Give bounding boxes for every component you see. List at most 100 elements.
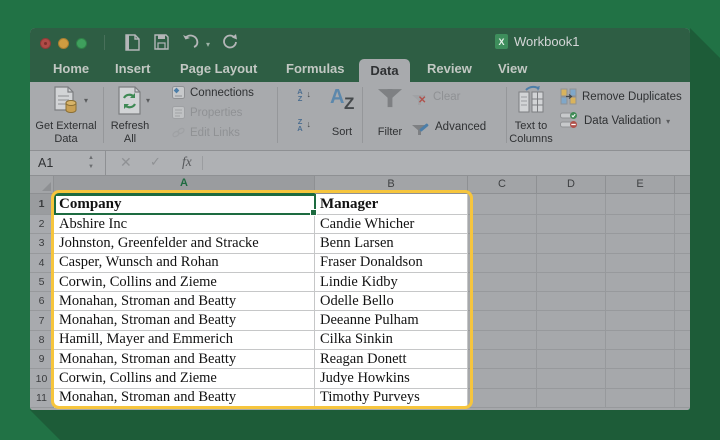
sort-icon[interactable]: AZ [330, 86, 360, 114]
column-header-c[interactable]: C [468, 176, 537, 194]
row-number[interactable]: 4 [30, 253, 54, 273]
cell-b4[interactable]: Fraser Donaldson [315, 253, 468, 273]
undo-icon[interactable] [182, 34, 200, 52]
redo-icon[interactable] [222, 34, 238, 52]
column-header-e[interactable]: E [606, 176, 675, 194]
row-number[interactable]: 6 [30, 292, 54, 312]
cell-b3[interactable]: Benn Larsen [315, 234, 468, 254]
cell-a7[interactable]: Monahan, Stroman and Beatty [54, 311, 315, 331]
data-validation-caret [666, 115, 670, 127]
get-external-data-icon[interactable] [54, 86, 80, 119]
name-box-stepper[interactable]: ▲ ▼ [88, 154, 94, 172]
undo-dropdown-caret[interactable]: ▾ [206, 40, 210, 49]
connections-button[interactable]: Connections [172, 86, 254, 99]
column-header-b[interactable]: B [315, 176, 468, 194]
row-number[interactable]: 9 [30, 350, 54, 370]
cell-a11[interactable]: Monahan, Stroman and Beatty [54, 388, 315, 408]
save-icon[interactable] [154, 34, 169, 52]
cell-a5[interactable]: Corwin, Collins and Zieme [54, 272, 315, 293]
cell-a4[interactable]: Casper, Wunsch and Rohan [54, 253, 315, 273]
ribbon-tab-bar: Home Insert Page Layout Formulas Data Re… [30, 57, 690, 82]
cell-b8[interactable]: Cilka Sinkin [315, 330, 468, 351]
row-number[interactable]: 11 [30, 388, 54, 408]
table-row: 9 Monahan, Stroman and Beatty Reagan Don… [30, 350, 690, 370]
titlebar: ▾ X Workbook1 [30, 28, 690, 57]
sort-label[interactable]: Sort [322, 126, 362, 139]
refresh-all-label[interactable]: Refresh All [104, 120, 156, 145]
insert-function-icon[interactable]: fx [182, 154, 192, 170]
select-all-corner[interactable] [30, 176, 54, 194]
row-number[interactable]: 1 [30, 194, 54, 215]
new-workbook-icon[interactable] [125, 34, 140, 52]
remove-duplicates-button[interactable]: Remove Duplicates [560, 88, 682, 105]
text-to-columns-label[interactable]: Text to Columns [504, 120, 558, 145]
row-number[interactable]: 8 [30, 330, 54, 351]
refresh-all-caret[interactable] [146, 94, 150, 106]
column-header-a[interactable]: A [54, 176, 315, 194]
cell-a1[interactable]: Company [54, 194, 315, 215]
row-number[interactable]: 5 [30, 272, 54, 293]
tab-data[interactable]: Data [359, 59, 410, 82]
sort-descending-icon[interactable]: Z A ↓ [290, 118, 311, 133]
table-row: 5 Corwin, Collins and Zieme Lindie Kidby [30, 272, 690, 293]
enter-icon[interactable]: ✓ [150, 154, 161, 170]
cell-b1[interactable]: Manager [315, 194, 468, 215]
sort-ascending-icon[interactable]: A Z ↓ [290, 88, 311, 103]
table-row: 6 Monahan, Stroman and Beatty Odelle Bel… [30, 292, 690, 312]
row-number[interactable]: 2 [30, 215, 54, 235]
tab-home[interactable]: Home [53, 61, 89, 76]
text-to-columns-icon[interactable] [518, 85, 544, 117]
clear-filter-button: ✕ Clear [410, 89, 460, 106]
table-row: 2 Abshire Inc Candie Whicher [30, 215, 690, 235]
cancel-icon[interactable]: ✕ [120, 154, 132, 171]
table-row: 1 Company Manager [30, 194, 690, 215]
tab-insert[interactable]: Insert [115, 61, 150, 76]
table-row: 7 Monahan, Stroman and Beatty Deeanne Pu… [30, 311, 690, 331]
document-title: X Workbook1 [495, 34, 580, 49]
edit-links-icon [172, 127, 185, 138]
row-number[interactable]: 3 [30, 234, 54, 254]
get-external-data-label[interactable]: Get External Data [34, 120, 98, 145]
formula-bar: A1 ▲ ▼ ✕ ✓ fx [30, 150, 690, 176]
tab-page-layout[interactable]: Page Layout [180, 61, 257, 76]
cell-a6[interactable]: Monahan, Stroman and Beatty [54, 292, 315, 312]
cell-b5[interactable]: Lindie Kidby [315, 272, 468, 293]
row-number[interactable]: 7 [30, 311, 54, 331]
get-external-data-caret[interactable] [84, 94, 88, 106]
tab-view[interactable]: View [498, 61, 527, 76]
properties-icon [172, 106, 185, 119]
filter-icon[interactable] [378, 89, 402, 108]
refresh-all-icon[interactable] [118, 86, 142, 119]
formula-input[interactable] [208, 151, 690, 175]
minimize-button[interactable] [58, 38, 69, 49]
edit-links-button: Edit Links [172, 126, 240, 139]
properties-button: Properties [172, 106, 242, 119]
cell-a3[interactable]: Johnston, Greenfelder and Stracke [54, 234, 315, 254]
cell-a9[interactable]: Monahan, Stroman and Beatty [54, 350, 315, 370]
cell-a2[interactable]: Abshire Inc [54, 215, 315, 235]
table-row: 11 Monahan, Stroman and Beatty Timothy P… [30, 388, 690, 408]
data-validation-icon [560, 112, 577, 128]
column-header-partial[interactable] [675, 176, 690, 194]
table-row: 10 Corwin, Collins and Zieme Judye Howki… [30, 369, 690, 389]
cell-b2[interactable]: Candie Whicher [315, 215, 468, 235]
cell-b6[interactable]: Odelle Bello [315, 292, 468, 312]
tab-formulas[interactable]: Formulas [286, 61, 345, 76]
advanced-filter-button[interactable]: Advanced [410, 119, 486, 135]
clear-filter-icon: ✕ [410, 89, 428, 106]
cell-b9[interactable]: Reagan Donett [315, 350, 468, 370]
cell-a10[interactable]: Corwin, Collins and Zieme [54, 369, 315, 389]
cell-b10[interactable]: Judye Howkins [315, 369, 468, 389]
tab-review[interactable]: Review [427, 61, 472, 76]
cell-b11[interactable]: Timothy Purveys [315, 388, 468, 408]
cell-b7[interactable]: Deeanne Pulham [315, 311, 468, 331]
table-row: 4 Casper, Wunsch and Rohan Fraser Donald… [30, 253, 690, 273]
zoom-button[interactable] [76, 38, 87, 49]
row-number[interactable]: 10 [30, 369, 54, 389]
data-validation-button[interactable]: Data Validation [560, 112, 670, 129]
close-button[interactable] [40, 38, 51, 49]
cell-a8[interactable]: Hamill, Mayer and Emmerich [54, 330, 315, 351]
column-header-d[interactable]: D [537, 176, 606, 194]
filter-label[interactable]: Filter [368, 126, 412, 139]
ribbon: Get External Data Refresh All Connection… [30, 82, 690, 150]
